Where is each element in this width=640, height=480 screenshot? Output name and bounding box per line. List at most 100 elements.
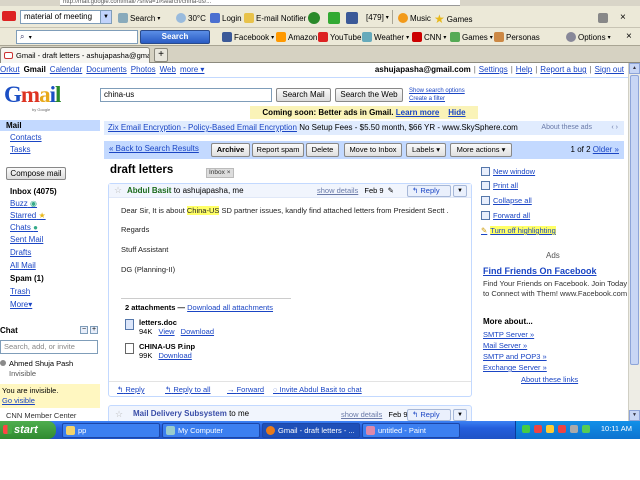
chat-self-status[interactable]: Ahmed Shuja Pash Invisible bbox=[0, 359, 100, 379]
reply-button[interactable]: ↰ Reply bbox=[407, 185, 451, 197]
taskbar-item-my-computer[interactable]: My Computer bbox=[162, 423, 260, 438]
reply-dropdown-button[interactable]: ▼ bbox=[453, 409, 467, 421]
facebook-ad-title[interactable]: Find Friends On Facebook bbox=[483, 266, 597, 276]
chat-contact[interactable]: CNN Member Center bbox=[6, 411, 76, 420]
attachment-view-link[interactable]: View bbox=[158, 327, 174, 336]
reply-dropdown-button[interactable]: ▼ bbox=[453, 185, 467, 197]
message-card-collapsed[interactable]: ☆ Mail Delivery Subsystem to me show det… bbox=[108, 405, 472, 421]
sidebar-item-all-mail[interactable]: All Mail bbox=[10, 261, 36, 270]
delete-button[interactable]: Delete bbox=[306, 143, 339, 157]
weather-widget[interactable]: 30°C bbox=[176, 13, 206, 23]
toolbar-search-combo[interactable]: material of meeting ▼ bbox=[20, 10, 112, 24]
compose-button[interactable]: Compose mail bbox=[6, 167, 66, 180]
nav-photos[interactable]: Photos bbox=[131, 65, 156, 74]
toolbar2-close-button[interactable]: × bbox=[626, 31, 632, 42]
download-all-link[interactable]: Download all attachments bbox=[187, 303, 273, 312]
tab-gmail[interactable]: Gmail - draft letters - ashujapasha@gmai… bbox=[0, 47, 150, 63]
toolbar2-search-button[interactable]: Search bbox=[140, 30, 210, 44]
labels-button[interactable]: Labels ▾ bbox=[406, 143, 446, 157]
sidebar-item-trash[interactable]: Trash bbox=[10, 287, 30, 296]
toolbar-search-button[interactable]: Search ▾ bbox=[118, 13, 160, 23]
print-all-link[interactable]: Print all bbox=[481, 181, 518, 190]
volume-icon[interactable] bbox=[570, 425, 578, 433]
bookmark-games[interactable]: Games ▾ bbox=[450, 32, 493, 42]
taskbar-item-browser[interactable]: Gmail - draft letters - ... bbox=[262, 423, 360, 438]
chat-minimize-button[interactable]: − bbox=[80, 326, 88, 334]
ad-link[interactable]: Zix Email Encryption - Policy-Based Emai… bbox=[108, 123, 297, 132]
scroll-thumb[interactable] bbox=[630, 75, 639, 365]
star-icon[interactable]: ☆ bbox=[114, 185, 122, 196]
scroll-up-arrow-icon[interactable]: ▲ bbox=[629, 63, 640, 74]
bookmark-amazon[interactable]: Amazon bbox=[276, 32, 317, 42]
nav-calendar[interactable]: Calendar bbox=[50, 65, 82, 74]
bookmark-weather[interactable]: Weather ▾ bbox=[362, 32, 409, 42]
collapse-all-link[interactable]: Collapse all bbox=[481, 196, 532, 205]
footer-invite-chat-link[interactable]: ◌ Invite Abdul Basit to chat bbox=[273, 385, 362, 394]
help-link[interactable]: Help bbox=[516, 65, 532, 74]
green-icon-button[interactable] bbox=[308, 12, 320, 24]
star-icon[interactable]: ☆ bbox=[115, 409, 123, 420]
more-about-smtp-pop3[interactable]: SMTP and POP3 » bbox=[483, 352, 547, 361]
nav-web[interactable]: Web bbox=[160, 65, 176, 74]
nav-more[interactable]: more ▾ bbox=[180, 65, 204, 74]
back-to-results-link[interactable]: « Back to Search Results bbox=[109, 144, 199, 153]
footer-reply-link[interactable]: ↰ Reply bbox=[117, 385, 145, 394]
email-notifier-button[interactable]: E-mail Notifier ▾ bbox=[244, 13, 311, 23]
search-mail-button[interactable]: Search Mail bbox=[276, 88, 331, 102]
more-actions-button[interactable]: More actions ▾ bbox=[450, 143, 512, 157]
sidebar-item-drafts[interactable]: Drafts bbox=[10, 248, 31, 257]
sidebar-item-tasks[interactable]: Tasks bbox=[10, 145, 30, 154]
count-badge[interactable]: [479] ▾ bbox=[366, 13, 389, 22]
show-search-options-link[interactable]: Show search options bbox=[409, 88, 465, 94]
messenger-icon[interactable] bbox=[546, 425, 554, 433]
more-about-mail-server[interactable]: Mail Server » bbox=[483, 341, 527, 350]
bookmark-cnn[interactable]: CNN ▾ bbox=[412, 32, 446, 42]
rss-button[interactable] bbox=[328, 12, 340, 24]
gmail-logo[interactable]: Gmail by Google bbox=[4, 83, 64, 113]
show-details-link[interactable]: show details bbox=[341, 410, 382, 419]
taskbar-item-pp[interactable]: pp bbox=[62, 423, 160, 438]
security-icon[interactable] bbox=[558, 425, 566, 433]
search-web-button[interactable]: Search the Web bbox=[335, 88, 403, 102]
sign-out-link[interactable]: Sign out bbox=[595, 65, 624, 74]
about-these-links[interactable]: About these links bbox=[521, 375, 578, 384]
more-about-smtp[interactable]: SMTP Server » bbox=[483, 330, 534, 339]
sidebar-item-sent[interactable]: Sent Mail bbox=[10, 235, 43, 244]
report-spam-button[interactable]: Report spam bbox=[252, 143, 304, 157]
sidebar-item-contacts[interactable]: Contacts bbox=[10, 133, 42, 142]
chat-popout-button[interactable]: + bbox=[90, 326, 98, 334]
sidebar-item-buzz[interactable]: Buzz ◉ bbox=[10, 199, 37, 208]
close-toolbar-button[interactable]: × bbox=[620, 12, 626, 23]
games-button[interactable]: ★ Games bbox=[434, 12, 473, 26]
move-to-inbox-button[interactable]: Move to Inbox bbox=[344, 143, 402, 157]
nav-orkut[interactable]: Orkut bbox=[0, 65, 20, 74]
wrench-button[interactable] bbox=[598, 13, 608, 23]
ask-logo-icon[interactable] bbox=[2, 11, 16, 21]
bookmark-facebook[interactable]: Facebook ▾ bbox=[222, 32, 274, 42]
toolbar-options-button[interactable]: Options ▾ bbox=[566, 32, 611, 42]
attachment-download-link[interactable]: Download bbox=[158, 351, 191, 360]
show-details-link[interactable]: show details bbox=[317, 186, 358, 195]
settings-link[interactable]: Settings bbox=[479, 65, 508, 74]
reply-button[interactable]: ↰ Reply bbox=[407, 409, 451, 421]
sidebar-item-more[interactable]: More▾ bbox=[10, 300, 32, 309]
antivirus-icon[interactable] bbox=[534, 425, 542, 433]
toolbar2-search-input[interactable]: ⌕ ▾ bbox=[16, 30, 138, 44]
bookmark-youtube[interactable]: YouTube bbox=[318, 32, 361, 42]
go-visible-link[interactable]: Go visible bbox=[2, 396, 35, 405]
sidebar-item-inbox[interactable]: Inbox (4075) bbox=[10, 187, 57, 196]
chevron-down-icon[interactable]: ▼ bbox=[100, 11, 111, 23]
footer-forward-link[interactable]: → Forward bbox=[227, 385, 264, 394]
forward-all-link[interactable]: Forward all bbox=[481, 211, 530, 220]
sidebar-item-spam[interactable]: Spam (1) bbox=[10, 274, 44, 283]
older-link[interactable]: Older » bbox=[593, 145, 619, 154]
nav-documents[interactable]: Documents bbox=[86, 65, 126, 74]
inbox-label-chip[interactable]: Inbox × bbox=[206, 168, 234, 178]
page-scrollbar[interactable]: ▲ ▼ bbox=[628, 63, 640, 421]
sidebar-item-chats[interactable]: Chats ● bbox=[10, 223, 38, 232]
new-window-link[interactable]: New window bbox=[481, 167, 535, 176]
music-button[interactable]: Music bbox=[398, 13, 431, 23]
sidebar-item-mail[interactable]: Mail bbox=[6, 121, 22, 130]
login-button[interactable]: Login bbox=[210, 13, 242, 23]
bookmark-personas[interactable]: Personas bbox=[494, 32, 540, 42]
